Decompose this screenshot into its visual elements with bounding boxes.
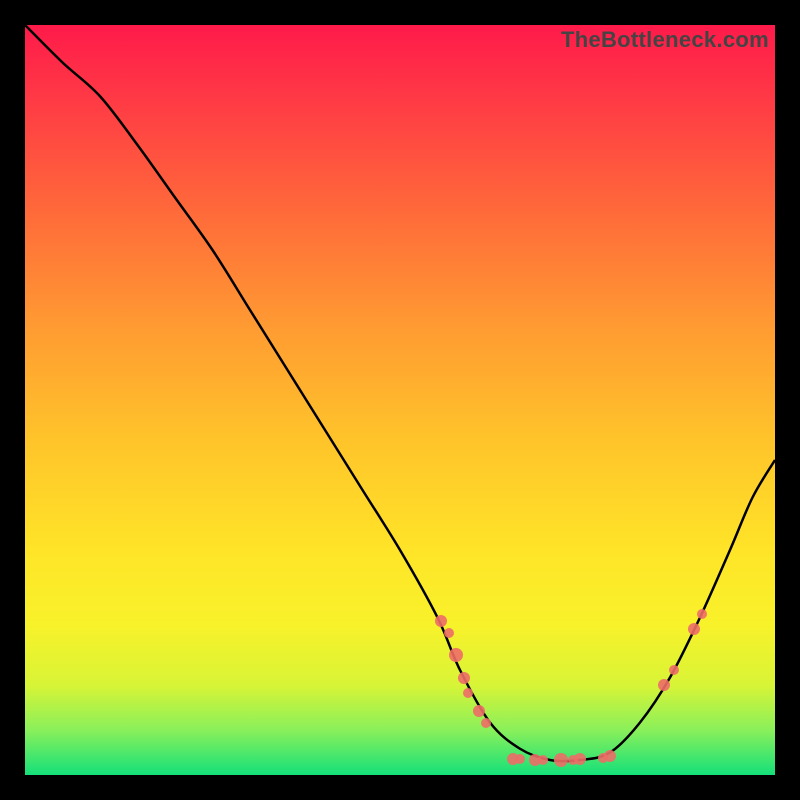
plot-area <box>25 25 775 775</box>
data-marker <box>481 718 491 728</box>
watermark-text: TheBottleneck.com <box>561 27 769 53</box>
data-marker <box>473 705 485 717</box>
data-marker <box>604 750 616 762</box>
data-marker <box>554 753 568 767</box>
data-marker <box>463 688 473 698</box>
data-marker <box>435 615 447 627</box>
chart-frame: TheBottleneck.com <box>25 25 775 775</box>
data-marker <box>538 755 548 765</box>
data-marker <box>515 754 525 764</box>
data-marker <box>449 648 463 662</box>
data-marker <box>669 665 679 675</box>
data-marker <box>697 609 707 619</box>
data-marker <box>574 753 586 765</box>
data-marker <box>658 679 670 691</box>
gradient-bg <box>25 25 775 775</box>
plot-svg <box>25 25 775 775</box>
data-marker <box>444 628 454 638</box>
data-marker <box>458 672 470 684</box>
data-marker <box>688 623 700 635</box>
